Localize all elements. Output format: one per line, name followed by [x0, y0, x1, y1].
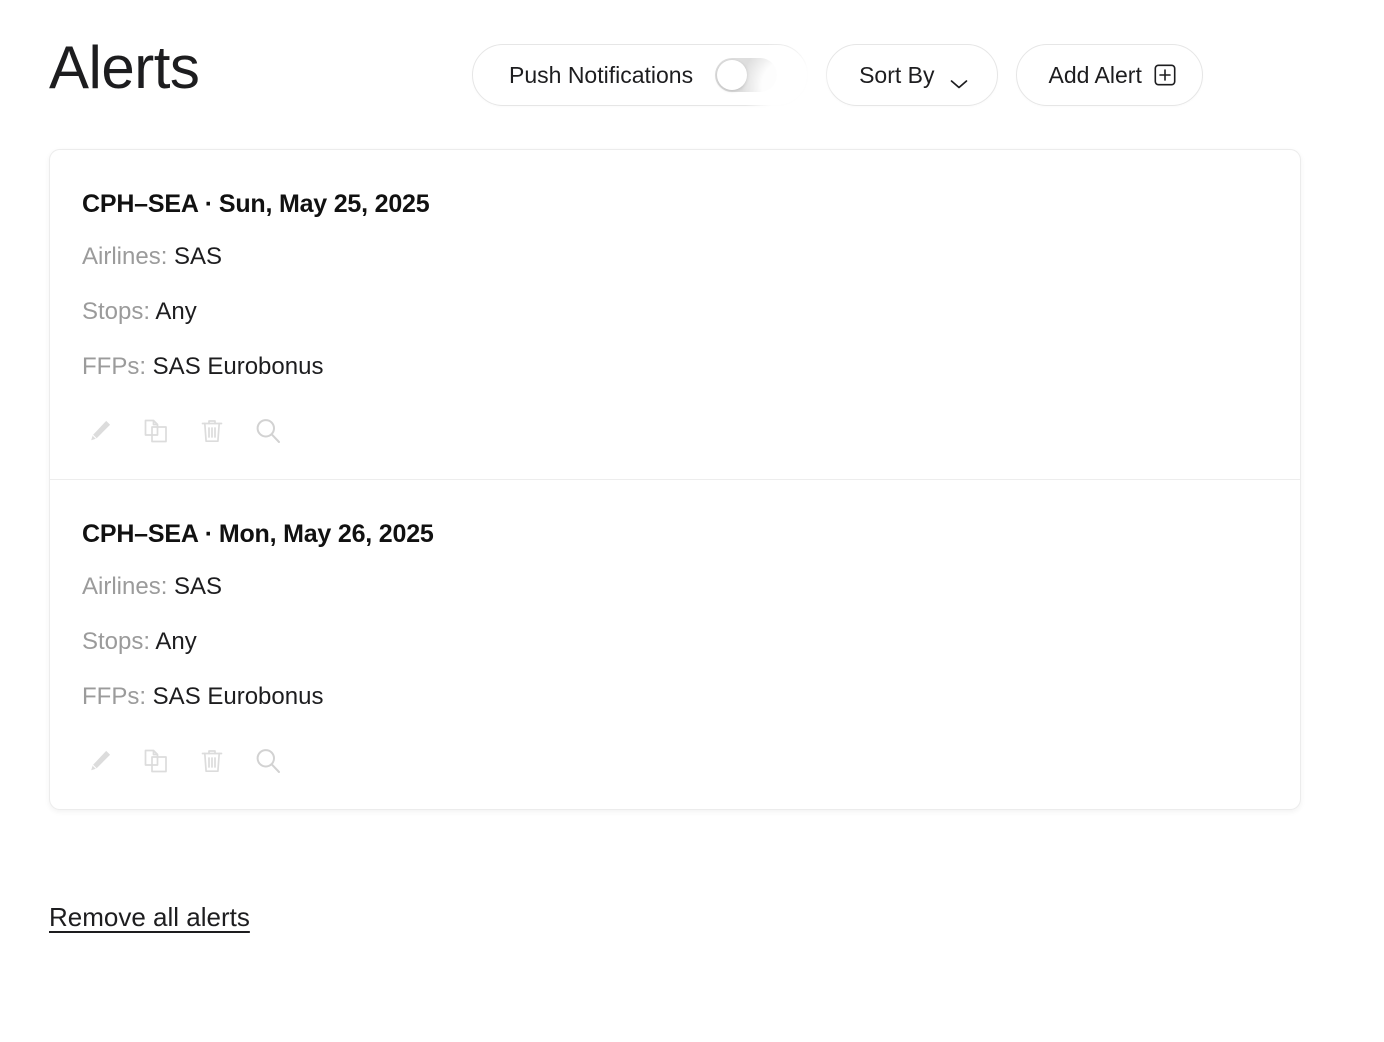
sort-by-button[interactable]: Sort By: [826, 44, 998, 106]
add-alert-button[interactable]: Add Alert: [1015, 44, 1203, 106]
alert-airlines-row: Airlines: SAS: [82, 245, 1268, 269]
edit-alert-button[interactable]: [82, 743, 118, 779]
page-title: Alerts: [49, 34, 200, 101]
alert-route: CPH–SEA: [82, 520, 199, 548]
alert-ffps-row: FFPs: SAS Eurobonus: [82, 355, 1268, 379]
ffps-label: FFPs:: [82, 353, 146, 380]
airlines-value: SAS: [174, 573, 223, 600]
alert-item[interactable]: CPH–SEA · Mon, May 26, 2025 Airlines: SAS …: [50, 479, 1300, 809]
duplicate-icon: [142, 747, 170, 775]
search-alert-button[interactable]: [250, 743, 286, 779]
airlines-value: SAS: [174, 243, 223, 270]
trash-icon: [200, 748, 224, 774]
alert-separator: ·: [204, 520, 213, 548]
alert-separator: ·: [204, 190, 213, 218]
alert-airlines-row: Airlines: SAS: [82, 575, 1268, 599]
stops-value: Any: [155, 628, 197, 655]
plus-square-icon: [1154, 64, 1176, 86]
edit-icon: [87, 418, 113, 444]
toggle-knob: [717, 60, 748, 90]
alert-date: Mon, May 26, 2025: [218, 520, 434, 548]
ffps-value: SAS Eurobonus: [152, 683, 324, 710]
delete-alert-button[interactable]: [194, 743, 230, 779]
alert-date: Sun, May 25, 2025: [218, 190, 430, 218]
search-icon: [254, 417, 282, 445]
stops-label: Stops:: [82, 628, 151, 655]
alert-stops-row: Stops: Any: [82, 630, 1268, 654]
duplicate-alert-button[interactable]: [138, 413, 174, 449]
alert-item[interactable]: CPH–SEA · Sun, May 25, 2025 Airlines: SAS …: [50, 150, 1300, 479]
duplicate-icon: [142, 417, 170, 445]
chevron-down-icon: [949, 69, 969, 89]
stops-label: Stops:: [82, 298, 151, 325]
search-alert-button[interactable]: [250, 413, 286, 449]
alert-actions: [82, 743, 1268, 779]
sort-by-label: Sort By: [859, 61, 935, 88]
edit-alert-button[interactable]: [82, 413, 118, 449]
add-alert-label: Add Alert: [1048, 61, 1142, 88]
alerts-card: CPH–SEA · Sun, May 25, 2025 Airlines: SAS …: [49, 149, 1301, 810]
alert-actions: [82, 413, 1268, 449]
alert-stops-row: Stops: Any: [82, 300, 1268, 324]
alert-ffps-row: FFPs: SAS Eurobonus: [82, 685, 1268, 709]
alerts-page: Alerts Push Notifications Sort By Add Al…: [0, 0, 1384, 1042]
remove-all-alerts-link[interactable]: Remove all alerts: [49, 902, 250, 933]
edit-icon: [87, 748, 113, 774]
trash-icon: [200, 418, 224, 444]
ffps-label: FFPs:: [82, 683, 146, 710]
alert-title: CPH–SEA · Mon, May 26, 2025: [82, 520, 1268, 549]
alert-title: CPH–SEA · Sun, May 25, 2025: [82, 190, 1268, 219]
delete-alert-button[interactable]: [194, 413, 230, 449]
push-notifications-switch[interactable]: [715, 58, 778, 92]
alert-route: CPH–SEA: [82, 190, 199, 218]
push-notifications-label: Push Notifications: [509, 61, 694, 88]
duplicate-alert-button[interactable]: [138, 743, 174, 779]
page-header: Alerts Push Notifications Sort By Add Al…: [0, 0, 1384, 140]
search-icon: [254, 747, 282, 775]
push-notifications-toggle-pill[interactable]: Push Notifications: [472, 44, 809, 106]
ffps-value: SAS Eurobonus: [152, 353, 324, 380]
stops-value: Any: [155, 298, 197, 325]
airlines-label: Airlines:: [82, 243, 168, 270]
airlines-label: Airlines:: [82, 573, 168, 600]
header-toolbar: Push Notifications Sort By Add Alert: [472, 44, 1203, 106]
